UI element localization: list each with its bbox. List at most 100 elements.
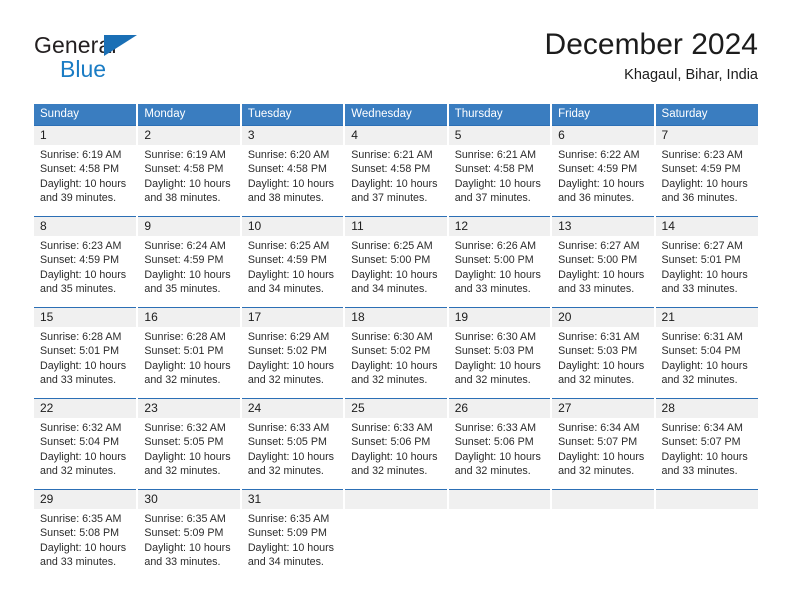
day-details: Sunrise: 6:28 AM Sunset: 5:01 PM Dayligh… — [34, 327, 136, 388]
day-number — [345, 490, 447, 509]
daylight-text-line2: and 32 minutes. — [351, 465, 428, 478]
day-cell[interactable]: 7 Sunrise: 6:23 AM Sunset: 4:59 PM Dayli… — [654, 125, 758, 217]
day-details: Sunrise: 6:22 AM Sunset: 4:59 PM Dayligh… — [552, 145, 653, 206]
day-details: Sunrise: 6:23 AM Sunset: 4:59 PM Dayligh… — [34, 236, 136, 297]
day-cell[interactable]: 18 Sunrise: 6:30 AM Sunset: 5:02 PM Dayl… — [344, 307, 449, 399]
daylight-text-line2: and 33 minutes. — [661, 465, 738, 478]
day-cell-empty — [551, 489, 656, 576]
sunrise-text: Sunrise: 6:28 AM — [40, 331, 122, 343]
day-cell[interactable]: 13 Sunrise: 6:27 AM Sunset: 5:00 PM Dayl… — [551, 216, 656, 308]
day-cell[interactable]: 8 Sunrise: 6:23 AM Sunset: 4:59 PM Dayli… — [34, 216, 139, 308]
day-cell[interactable]: 9 Sunrise: 6:24 AM Sunset: 4:59 PM Dayli… — [137, 216, 242, 308]
sunrise-text: Sunrise: 6:29 AM — [247, 331, 330, 343]
day-cell[interactable]: 26 Sunrise: 6:33 AM Sunset: 5:06 PM Dayl… — [447, 398, 553, 490]
calendar-table: Sunday Monday Tuesday Wednesday Thursday… — [34, 104, 758, 576]
daylight-text-line1: Daylight: 10 hours — [558, 450, 645, 463]
day-cell[interactable]: 23 Sunrise: 6:32 AM Sunset: 5:05 PM Dayl… — [137, 398, 242, 490]
sunset-text: Sunset: 5:00 PM — [454, 254, 534, 267]
day-cell[interactable]: 6 Sunrise: 6:22 AM Sunset: 4:59 PM Dayli… — [551, 125, 656, 217]
day-cell[interactable]: 2 Sunrise: 6:19 AM Sunset: 4:58 PM Dayli… — [137, 125, 242, 217]
sunrise-text: Sunrise: 6:31 AM — [558, 331, 640, 343]
sunset-text: Sunset: 5:03 PM — [454, 345, 534, 358]
daylight-text-line2: and 38 minutes. — [247, 192, 324, 205]
day-number: 23 — [138, 399, 240, 418]
day-cell[interactable]: 5 Sunrise: 6:21 AM Sunset: 4:58 PM Dayli… — [447, 125, 553, 217]
title-block: December 2024 Khagaul, Bihar, India — [545, 26, 758, 85]
sunrise-text: Sunrise: 6:26 AM — [454, 240, 537, 252]
sunset-text: Sunset: 5:01 PM — [144, 345, 224, 358]
weekday-header-sunday: Sunday — [34, 104, 139, 126]
daylight-text-line2: and 34 minutes. — [247, 556, 324, 569]
daylight-text-line2: and 32 minutes. — [247, 465, 324, 478]
day-number: 20 — [552, 308, 654, 327]
day-number: 26 — [448, 399, 551, 418]
day-cell[interactable]: 10 Sunrise: 6:25 AM Sunset: 4:59 PM Dayl… — [240, 216, 346, 308]
daylight-text-line1: Daylight: 10 hours — [351, 359, 438, 372]
day-number: 2 — [138, 126, 240, 145]
day-cell[interactable]: 3 Sunrise: 6:20 AM Sunset: 4:58 PM Dayli… — [240, 125, 346, 217]
daylight-text-line2: and 36 minutes. — [661, 192, 738, 205]
sunrise-text: Sunrise: 6:24 AM — [144, 240, 226, 252]
day-number: 3 — [241, 126, 344, 145]
day-cell[interactable]: 30 Sunrise: 6:35 AM Sunset: 5:09 PM Dayl… — [137, 489, 242, 576]
day-cell[interactable]: 20 Sunrise: 6:31 AM Sunset: 5:03 PM Dayl… — [551, 307, 656, 399]
daylight-text-line1: Daylight: 10 hours — [144, 450, 231, 463]
day-cell[interactable]: 15 Sunrise: 6:28 AM Sunset: 5:01 PM Dayl… — [34, 307, 139, 399]
daylight-text-line2: and 32 minutes. — [454, 465, 531, 478]
sunrise-text: Sunrise: 6:28 AM — [144, 331, 226, 343]
calendar-week-row: 22 Sunrise: 6:32 AM Sunset: 5:04 PM Dayl… — [34, 398, 758, 490]
daylight-text-line1: Daylight: 10 hours — [40, 541, 127, 554]
daylight-text-line1: Daylight: 10 hours — [351, 268, 438, 281]
sunrise-text: Sunrise: 6:33 AM — [247, 422, 330, 434]
daylight-text-line2: and 36 minutes. — [558, 192, 635, 205]
day-cell[interactable]: 29 Sunrise: 6:35 AM Sunset: 5:08 PM Dayl… — [34, 489, 139, 576]
calendar-week-row: 29 Sunrise: 6:35 AM Sunset: 5:08 PM Dayl… — [34, 489, 758, 576]
day-cell[interactable]: 27 Sunrise: 6:34 AM Sunset: 5:07 PM Dayl… — [551, 398, 656, 490]
day-details: Sunrise: 6:33 AM Sunset: 5:05 PM Dayligh… — [242, 418, 343, 479]
day-cell[interactable]: 31 Sunrise: 6:35 AM Sunset: 5:09 PM Dayl… — [240, 489, 346, 576]
page-title: December 2024 — [544, 28, 758, 61]
sunrise-text: Sunrise: 6:30 AM — [454, 331, 537, 343]
daylight-text-line1: Daylight: 10 hours — [40, 450, 127, 463]
day-number — [448, 490, 551, 509]
day-cell[interactable]: 28 Sunrise: 6:34 AM Sunset: 5:07 PM Dayl… — [654, 398, 758, 490]
daylight-text-line2: and 32 minutes. — [144, 374, 221, 387]
day-cell[interactable]: 25 Sunrise: 6:33 AM Sunset: 5:06 PM Dayl… — [344, 398, 449, 490]
day-cell[interactable]: 14 Sunrise: 6:27 AM Sunset: 5:01 PM Dayl… — [654, 216, 758, 308]
day-cell[interactable]: 11 Sunrise: 6:25 AM Sunset: 5:00 PM Dayl… — [344, 216, 449, 308]
sunset-text: Sunset: 5:05 PM — [247, 436, 327, 449]
daylight-text-line2: and 33 minutes. — [40, 556, 117, 569]
weekday-header-thursday: Thursday — [447, 104, 553, 126]
day-cell[interactable]: 1 Sunrise: 6:19 AM Sunset: 4:58 PM Dayli… — [34, 125, 139, 217]
day-cell[interactable]: 16 Sunrise: 6:28 AM Sunset: 5:01 PM Dayl… — [137, 307, 242, 399]
day-number: 15 — [34, 308, 137, 327]
day-cell[interactable]: 22 Sunrise: 6:32 AM Sunset: 5:04 PM Dayl… — [34, 398, 139, 490]
daylight-text-line1: Daylight: 10 hours — [247, 541, 334, 554]
daylight-text-line2: and 33 minutes. — [454, 283, 531, 296]
day-number: 17 — [241, 308, 344, 327]
daylight-text-line1: Daylight: 10 hours — [247, 268, 334, 281]
day-details: Sunrise: 6:34 AM Sunset: 5:07 PM Dayligh… — [656, 418, 758, 479]
day-cell[interactable]: 24 Sunrise: 6:33 AM Sunset: 5:05 PM Dayl… — [240, 398, 346, 490]
day-details: Sunrise: 6:32 AM Sunset: 5:04 PM Dayligh… — [34, 418, 136, 479]
day-details: Sunrise: 6:21 AM Sunset: 4:58 PM Dayligh… — [345, 145, 446, 206]
sunset-text: Sunset: 4:59 PM — [558, 163, 638, 176]
daylight-text-line1: Daylight: 10 hours — [454, 177, 541, 190]
general-blue-logo: General Blue — [34, 32, 244, 88]
daylight-text-line1: Daylight: 10 hours — [144, 177, 231, 190]
day-cell[interactable]: 19 Sunrise: 6:30 AM Sunset: 5:03 PM Dayl… — [447, 307, 553, 399]
daylight-text-line2: and 32 minutes. — [247, 374, 324, 387]
daylight-text-line1: Daylight: 10 hours — [144, 359, 231, 372]
day-cell[interactable]: 4 Sunrise: 6:21 AM Sunset: 4:58 PM Dayli… — [344, 125, 449, 217]
sunrise-text: Sunrise: 6:32 AM — [144, 422, 226, 434]
day-cell-empty — [344, 489, 449, 576]
sunrise-text: Sunrise: 6:25 AM — [351, 240, 433, 252]
day-cell[interactable]: 21 Sunrise: 6:31 AM Sunset: 5:04 PM Dayl… — [654, 307, 758, 399]
daylight-text-line1: Daylight: 10 hours — [661, 450, 748, 463]
sunset-text: Sunset: 4:58 PM — [351, 163, 431, 176]
daylight-text-line1: Daylight: 10 hours — [454, 359, 541, 372]
day-cell[interactable]: 17 Sunrise: 6:29 AM Sunset: 5:02 PM Dayl… — [240, 307, 346, 399]
day-number: 21 — [655, 308, 758, 327]
day-number: 25 — [345, 399, 447, 418]
day-cell[interactable]: 12 Sunrise: 6:26 AM Sunset: 5:00 PM Dayl… — [447, 216, 553, 308]
